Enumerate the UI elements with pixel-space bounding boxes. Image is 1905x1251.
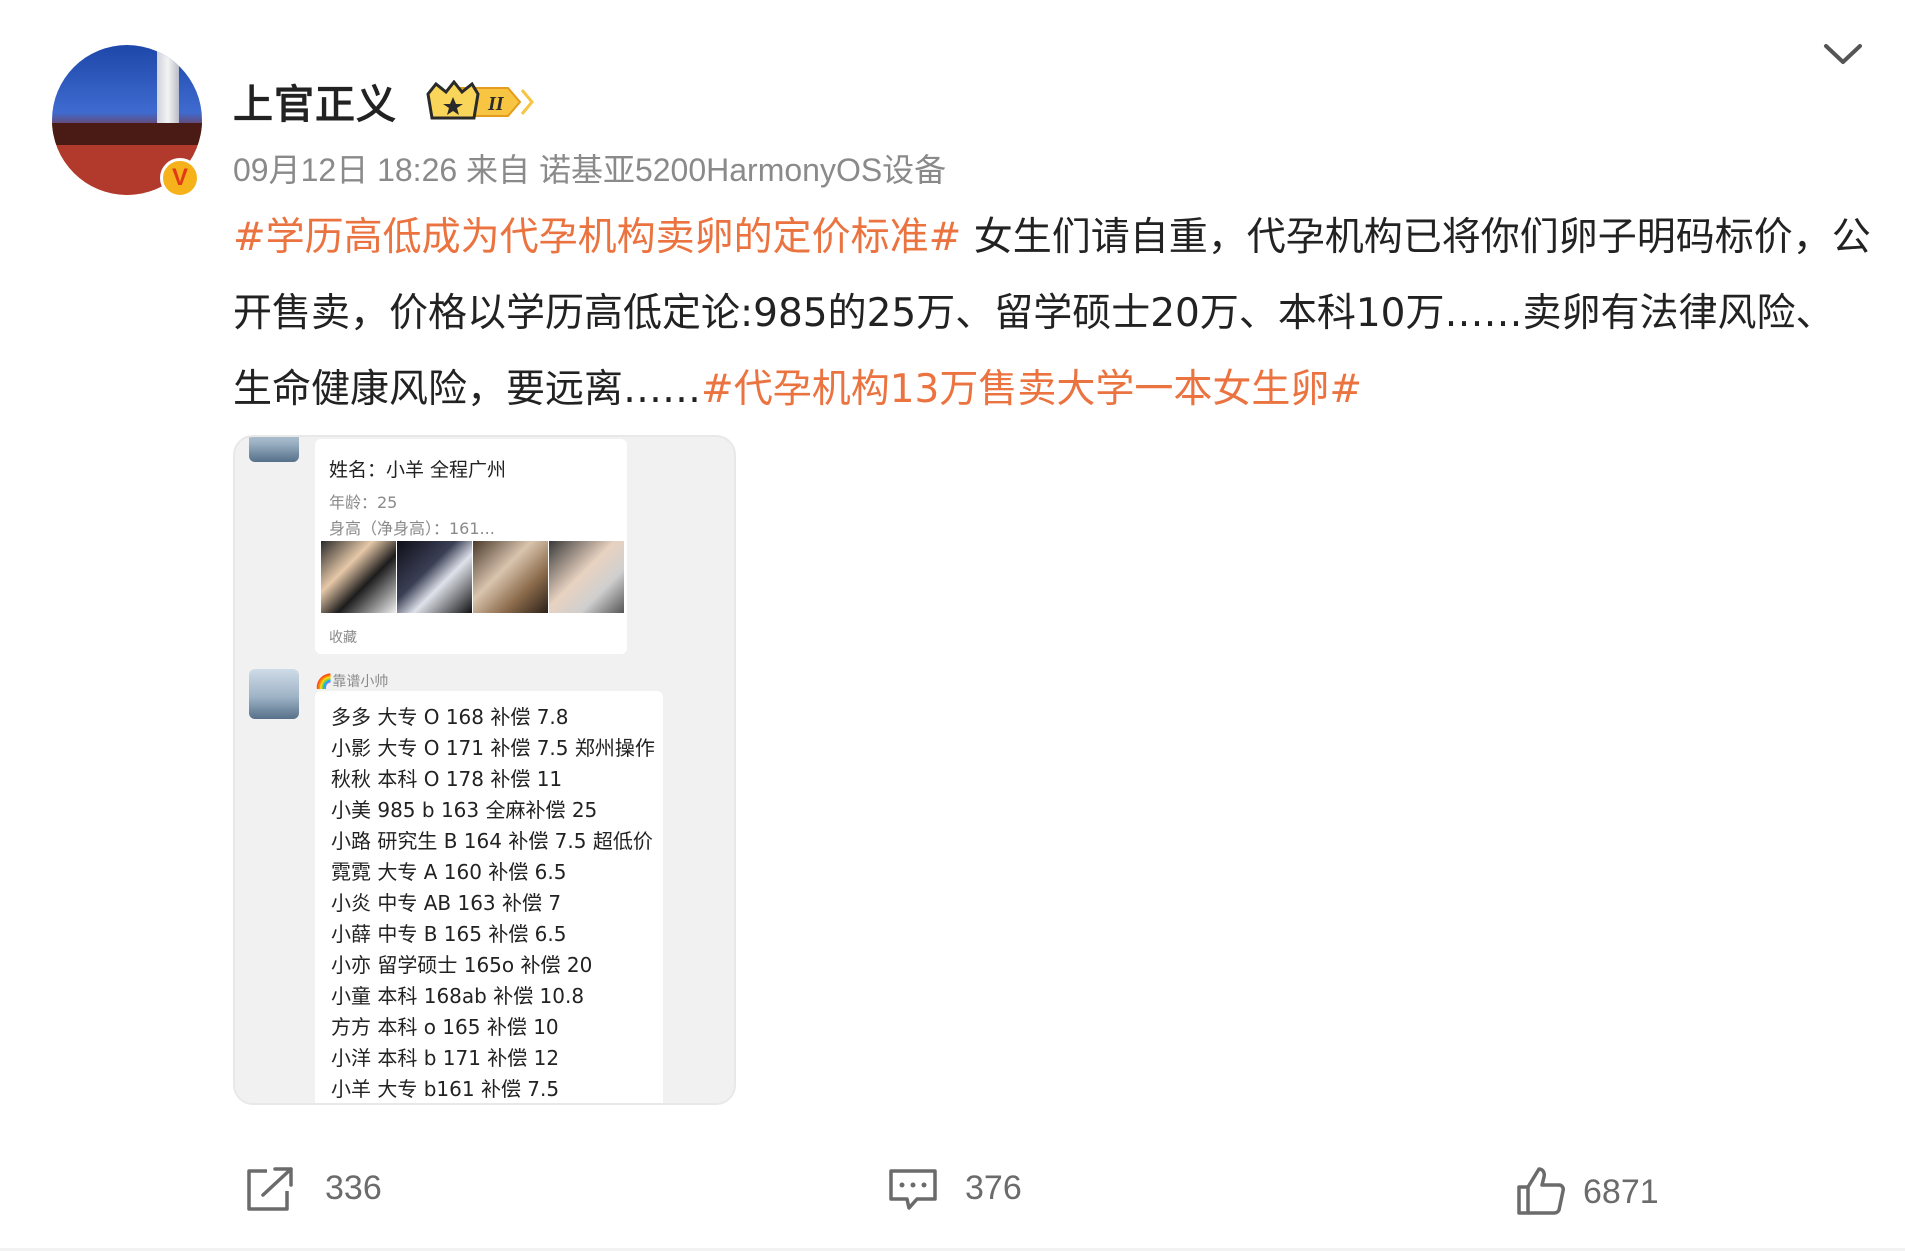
comment-icon [889,1169,937,1210]
comment-count: 376 [965,1169,1022,1207]
price-line: 多多 大专 O 168 补偿 7.8 [331,705,569,729]
post-content: #学历高低成为代孕机构卖卵的定价标准# 女生们请自重，代孕机构已将你们卵子明码标… [233,200,1873,428]
chat-sender-name: 🌈靠谱小帅 [315,674,389,690]
topic-link[interactable]: #学历高低成为代孕机构卖卵的定价标准# [233,215,961,260]
price-line: 小炎 中专 AB 163 补偿 7 [331,891,562,915]
price-line: 霓霓 大专 A 160 补偿 6.5 [331,860,567,884]
chat-avatar [249,669,299,719]
weibo-post: V 上官正义 II 09月12日 18:26 来自 诺基亚5200Harmony… [0,0,1905,1251]
price-line: 小羊 大专 b161 补偿 7.5 [331,1077,560,1101]
chat-avatar [249,437,299,462]
favorite-label: 收藏 [329,630,357,646]
profile-name-line: 姓名：小羊 全程广州 [329,459,507,481]
share-count: 336 [325,1169,382,1207]
price-line: 小亦 留学硕士 165o 补偿 20 [331,953,593,977]
profile-age-line: 年龄：25 [329,493,398,512]
price-line: 小洋 本科 b 171 补偿 12 [331,1046,560,1070]
username[interactable]: 上官正义 [233,72,397,130]
blurred-photos [321,541,625,613]
share-icon [247,1167,293,1211]
price-line: 小路 研究生 B 164 补偿 7.5 超低价 [331,829,653,853]
verified-badge-icon: V [160,158,200,198]
thumbs-up-icon [1517,1167,1565,1215]
chevron-down-icon[interactable] [1822,40,1864,70]
avatar-roof-shape [52,123,202,145]
member-crown-icon[interactable]: II [424,80,544,124]
crown-level-text: II [487,93,505,115]
price-line: 小美 985 b 163 全麻补偿 25 [331,798,598,822]
price-line: 小薛 中专 B 165 补偿 6.5 [331,922,567,946]
like-count: 6871 [1583,1173,1659,1211]
topic-link[interactable]: #代孕机构13万售卖大学一本女生卵# [701,367,1362,412]
post-meta: 09月12日 18:26 来自 诺基亚5200HarmonyOS设备 [233,152,947,188]
chat-message-card: 多多 大专 O 168 补偿 7.8 小影 大专 O 171 补偿 7.5 郑州… [315,691,663,1103]
price-line: 小影 大专 O 171 补偿 7.5 郑州操作 [331,736,655,760]
profile-height-line: 身高（净身高）：161... [329,519,495,538]
price-line: 小童 本科 168ab 补偿 10.8 [331,984,585,1008]
post-image[interactable]: 姓名：小羊 全程广州 年龄：25 身高（净身高）：161... 收藏 🌈靠谱小帅… [233,435,736,1105]
chat-profile-card: 姓名：小羊 全程广州 年龄：25 身高（净身高）：161... 收藏 [315,439,627,654]
price-line: 方方 本科 o 165 补偿 10 [331,1015,559,1039]
price-line: 秋秋 本科 O 178 补偿 11 [331,767,563,791]
